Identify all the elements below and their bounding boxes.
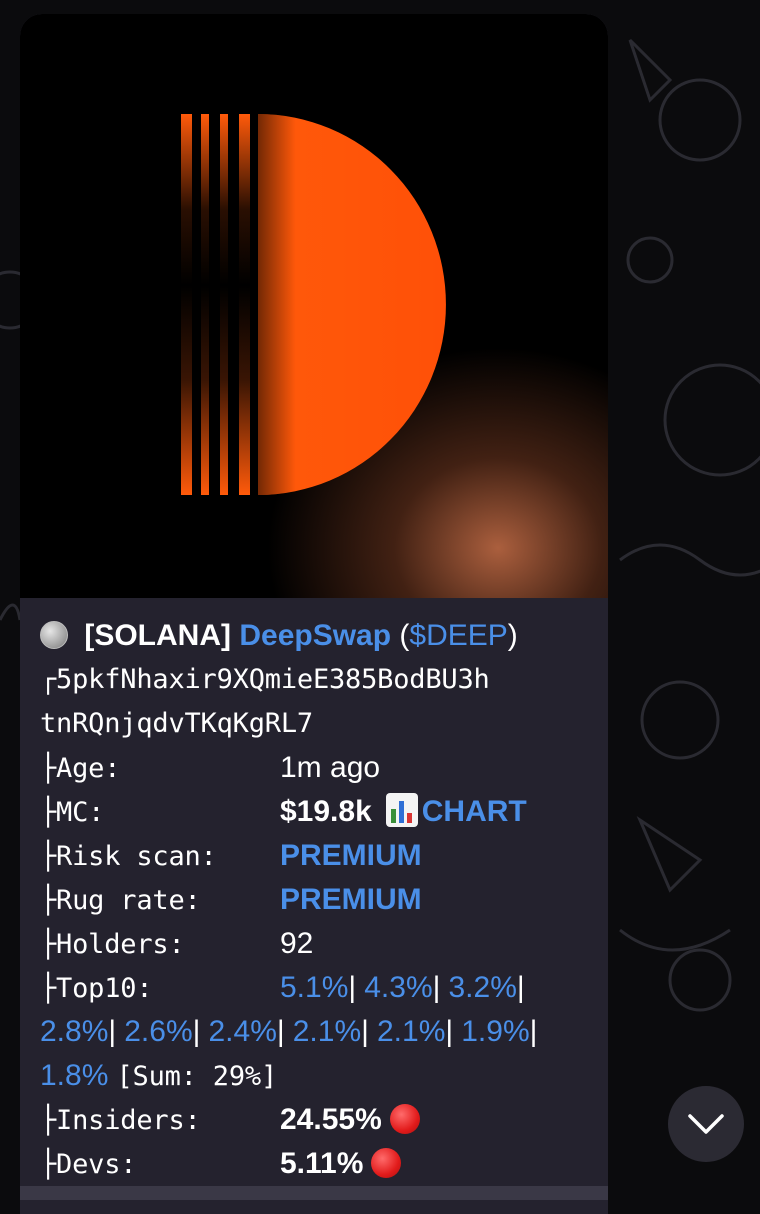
contract-address-line-1[interactable]: ┌5pkfNhaxir9XQmieE385BodBU3h — [40, 658, 600, 702]
separator: | — [192, 1015, 201, 1048]
token-image-preview[interactable] — [20, 14, 608, 598]
age-row: ├Age: 1m ago — [40, 746, 600, 790]
close-paren: ) — [507, 619, 518, 652]
mc-value: $19.8k — [280, 795, 372, 828]
rug-rate-label: ├Rug rate: — [40, 885, 201, 916]
risk-scan-row: ├Risk scan: PREMIUM — [40, 834, 600, 878]
open-paren: ( — [391, 619, 410, 652]
top10-holder-link[interactable]: 5.1% — [280, 971, 348, 1004]
top10-holder-link[interactable]: 2.8% — [40, 1015, 108, 1048]
separator: | — [108, 1015, 117, 1048]
separator: | — [276, 1015, 285, 1048]
top10-row: ├Top10: 5.1%| 4.3%| 3.2%| — [40, 966, 600, 1010]
top10-holder-link[interactable]: 1.8% — [40, 1059, 108, 1092]
token-header: [SOLANA] DeepSwap ($DEEP) — [40, 614, 600, 658]
risk-scan-premium-link[interactable]: PREMIUM — [280, 839, 422, 872]
top10-row-cont: 2.8%| 2.6%| 2.4%| 2.1%| 2.1%| 1.9%| — [40, 1010, 600, 1054]
scroll-to-bottom-button[interactable] — [668, 1086, 744, 1162]
red-circle-icon — [371, 1148, 402, 1178]
insiders-label: ├Insiders: — [40, 1105, 201, 1136]
insiders-value: 24.55% — [280, 1103, 382, 1136]
age-value: 1m ago — [280, 751, 381, 784]
bar-chart-icon — [385, 793, 418, 827]
holders-row: ├Holders: 92 — [40, 922, 600, 966]
top10-holder-link[interactable]: 1.9% — [461, 1015, 529, 1048]
top10-holder-link[interactable]: 2.6% — [124, 1015, 192, 1048]
separator: | — [529, 1015, 538, 1048]
separator: | — [445, 1015, 454, 1048]
separator: | — [516, 971, 525, 1004]
top10-sum: [Sum: 29%] — [116, 1061, 278, 1092]
chain-tag: [SOLANA] — [84, 619, 231, 652]
silver-coin-icon — [40, 621, 68, 649]
top10-holder-link[interactable]: 2.4% — [209, 1015, 277, 1048]
red-circle-icon — [389, 1104, 420, 1134]
deepswap-logo — [181, 114, 446, 495]
risk-scan-label: ├Risk scan: — [40, 841, 217, 872]
devs-label: ├Devs: — [40, 1149, 137, 1180]
holders-value: 92 — [280, 927, 314, 960]
market-cap-row: ├MC: $19.8k CHART — [40, 790, 600, 834]
top10-holder-link[interactable]: 2.1% — [293, 1015, 361, 1048]
top10-holder-link[interactable]: 3.2% — [449, 971, 517, 1004]
age-label: ├Age: — [40, 753, 121, 784]
rug-rate-row: ├Rug rate: PREMIUM — [40, 878, 600, 922]
token-name-link[interactable]: DeepSwap — [239, 619, 391, 652]
separator: | — [348, 971, 357, 1004]
ticker-link[interactable]: $DEEP — [409, 619, 507, 652]
separator: | — [361, 1015, 369, 1048]
rug-rate-premium-link[interactable]: PREMIUM — [280, 883, 422, 916]
insiders-row: ├Insiders: 24.55% — [40, 1098, 600, 1142]
composer-edge — [20, 1186, 608, 1200]
mc-label: ├MC: — [40, 797, 105, 828]
holders-label: ├Holders: — [40, 929, 185, 960]
devs-value: 5.11% — [280, 1147, 364, 1180]
top10-row-end: 1.8% [Sum: 29%] — [40, 1054, 600, 1098]
chart-link[interactable]: CHART — [422, 795, 527, 828]
top10-holder-link[interactable]: 4.3% — [364, 971, 432, 1004]
devs-row: ├Devs: 5.11% — [40, 1142, 600, 1186]
top10-holder-link[interactable]: 2.1% — [377, 1015, 445, 1048]
message-bubble: [SOLANA] DeepSwap ($DEEP) ┌5pkfNhaxir9XQ… — [20, 14, 608, 1214]
top10-label: ├Top10: — [40, 973, 153, 1004]
chevron-down-icon — [688, 1114, 724, 1134]
contract-address-line-2[interactable]: tnRQnjqdvTKqKgRL7 — [40, 702, 600, 746]
separator: | — [432, 971, 441, 1004]
token-alert-text: [SOLANA] DeepSwap ($DEEP) ┌5pkfNhaxir9XQ… — [40, 614, 600, 1186]
